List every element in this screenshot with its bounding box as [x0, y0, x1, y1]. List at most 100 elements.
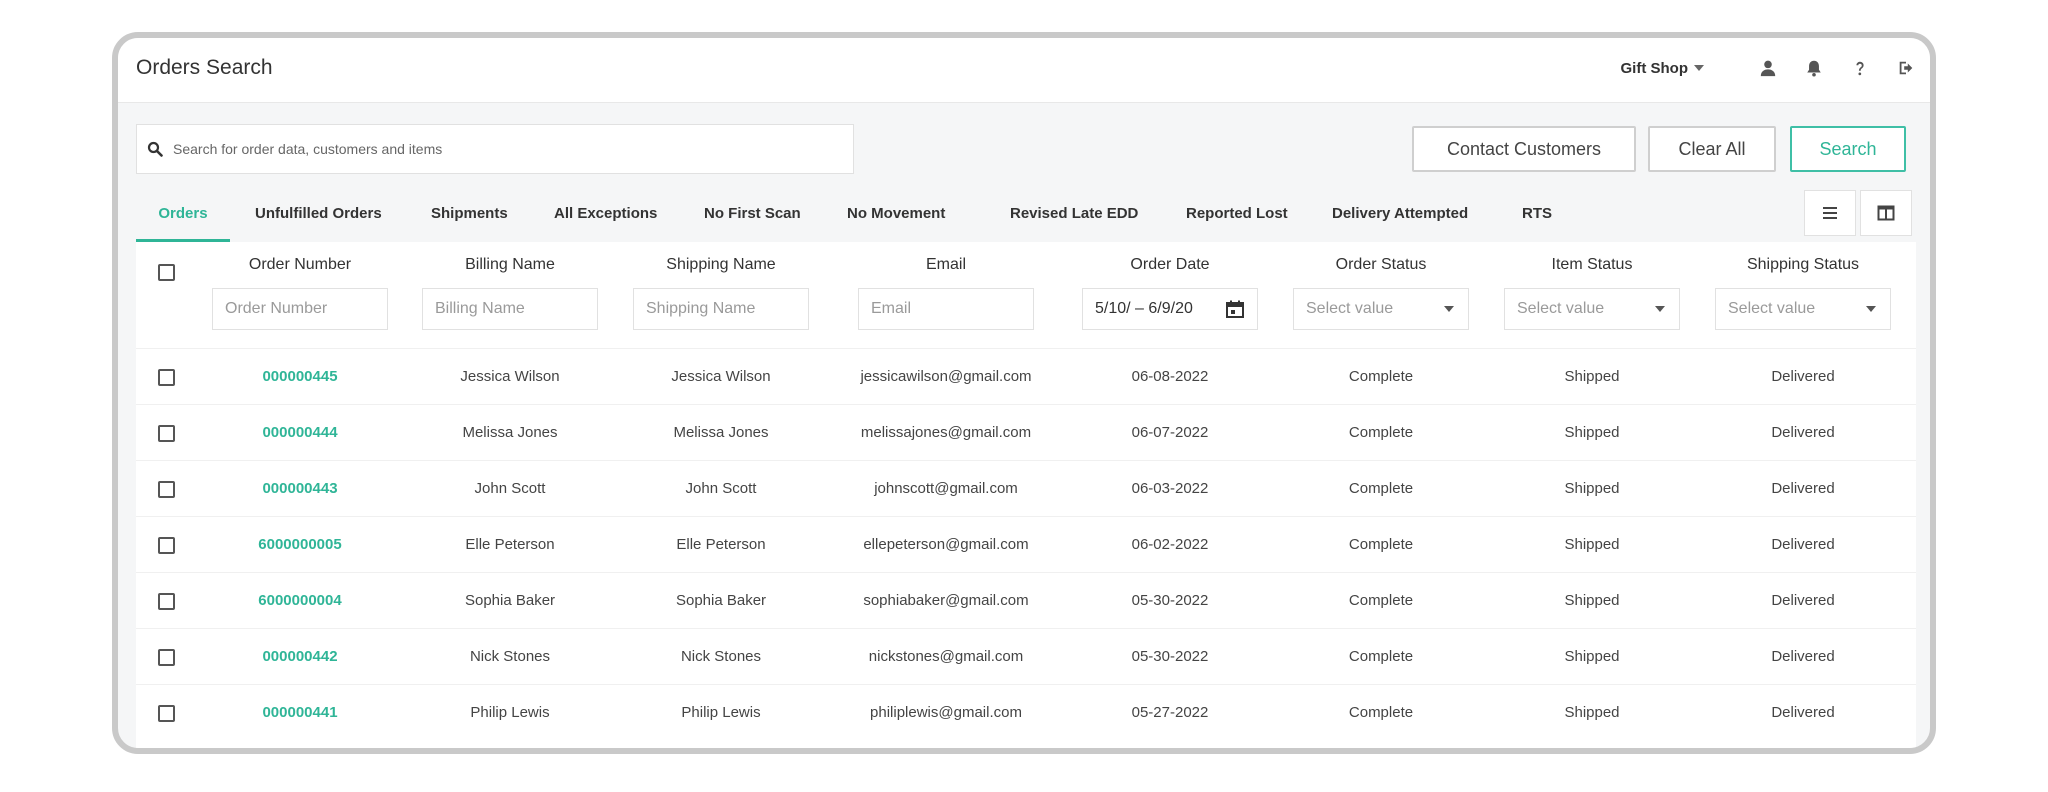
- column-header-item-status: Item Status: [1551, 256, 1633, 273]
- shipping-status: Delivered: [1771, 480, 1835, 497]
- table-row[interactable]: 000000443 John Scott John Scott johnscot…: [136, 460, 1916, 516]
- shipping-status: Delivered: [1771, 592, 1835, 609]
- order-number-link[interactable]: 000000445: [212, 349, 388, 405]
- row-checkbox[interactable]: [158, 537, 175, 554]
- row-checkbox[interactable]: [158, 481, 175, 498]
- email-filter[interactable]: [858, 288, 1034, 330]
- shipping-status: Delivered: [1771, 424, 1835, 441]
- shipping-status: Delivered: [1771, 648, 1835, 665]
- email: philiplewis@gmail.com: [870, 704, 1022, 721]
- tab-delivery-attempted[interactable]: Delivery Attempted: [1332, 190, 1468, 242]
- tab-shipments[interactable]: Shipments: [431, 190, 508, 242]
- select-all-checkbox[interactable]: [158, 264, 175, 281]
- table-row[interactable]: 000000442 Nick Stones Nick Stones nickst…: [136, 628, 1916, 684]
- item-status: Shipped: [1564, 648, 1620, 665]
- search-input[interactable]: [163, 124, 853, 174]
- order-number-link[interactable]: 6000000005: [212, 517, 388, 573]
- item-status-select[interactable]: Select value: [1504, 288, 1680, 330]
- calendar-icon: [1226, 300, 1244, 318]
- order-status: Complete: [1348, 592, 1414, 609]
- row-checkbox[interactable]: [158, 593, 175, 610]
- order-status-select[interactable]: Select value: [1293, 288, 1469, 330]
- table-row[interactable]: 000000444 Melissa Jones Melissa Jones me…: [136, 404, 1916, 460]
- column-header-email: Email: [925, 256, 966, 273]
- orders-table: Order Number Billing Name Shipping Name …: [136, 242, 1916, 748]
- email: sophiabaker@gmail.com: [863, 592, 1029, 609]
- chevron-down-icon: [1444, 306, 1454, 312]
- tab-reported-lost[interactable]: Reported Lost: [1186, 190, 1288, 242]
- shipping-name: Nick Stones: [680, 648, 762, 665]
- shop-selector[interactable]: Gift Shop: [1621, 60, 1704, 77]
- table-row[interactable]: 6000000004 Sophia Baker Sophia Baker sop…: [136, 572, 1916, 628]
- tab-revised-late-edd[interactable]: Revised Late EDD: [1010, 190, 1138, 242]
- shipping-name-filter[interactable]: [633, 288, 809, 330]
- search-button[interactable]: Search: [1790, 126, 1906, 172]
- row-checkbox[interactable]: [158, 369, 175, 386]
- email: johnscott@gmail.com: [874, 480, 1018, 497]
- list-view-button[interactable]: [1804, 190, 1856, 236]
- column-header-shipping-name: Shipping Name: [666, 256, 776, 273]
- email: ellepeterson@gmail.com: [863, 536, 1029, 553]
- shipping-status: Delivered: [1771, 536, 1835, 553]
- order-date: 06-08-2022: [1131, 368, 1209, 385]
- item-status-select-value: Select value: [1517, 300, 1605, 317]
- order-status: Complete: [1348, 368, 1414, 385]
- order-status: Complete: [1348, 480, 1414, 497]
- order-number-filter[interactable]: [212, 288, 388, 330]
- shipping-name: Sophia Baker: [675, 592, 767, 609]
- order-date-range-filter[interactable]: 5/10/ – 6/9/20: [1082, 288, 1258, 330]
- shipping-name: Philip Lewis: [681, 704, 761, 721]
- app-window: Orders Search Gift Shop Contact Customer…: [112, 32, 1936, 754]
- clear-all-button[interactable]: Clear All: [1648, 126, 1776, 172]
- shipping-status-select[interactable]: Select value: [1715, 288, 1891, 330]
- row-checkbox[interactable]: [158, 649, 175, 666]
- order-status: Complete: [1348, 704, 1414, 721]
- contact-customers-button[interactable]: Contact Customers: [1412, 126, 1636, 172]
- order-number-link[interactable]: 6000000004: [212, 573, 388, 629]
- column-header-order-number: Order Number: [248, 256, 352, 273]
- order-number-link[interactable]: 000000444: [212, 405, 388, 461]
- billing-name: Elle Peterson: [465, 536, 555, 553]
- table-row[interactable]: 000000441 Philip Lewis Philip Lewis phil…: [136, 684, 1916, 740]
- chevron-down-icon: [1694, 65, 1704, 71]
- tab-rts[interactable]: RTS: [1522, 190, 1552, 242]
- help-icon[interactable]: [1850, 58, 1870, 78]
- shipping-name: Melissa Jones: [673, 424, 769, 441]
- order-number-link[interactable]: 000000441: [212, 685, 388, 741]
- tab-unfulfilled-orders[interactable]: Unfulfilled Orders: [255, 190, 382, 242]
- order-status-select-value: Select value: [1306, 300, 1394, 317]
- top-right-controls: Gift Shop: [1621, 58, 1917, 78]
- date-range-value: 5/10/ – 6/9/20: [1095, 300, 1193, 317]
- order-date: 05-30-2022: [1131, 592, 1209, 609]
- tab-orders[interactable]: Orders: [136, 190, 230, 242]
- user-icon[interactable]: [1758, 58, 1778, 78]
- bell-icon[interactable]: [1804, 58, 1824, 78]
- email: nickstones@gmail.com: [868, 648, 1024, 665]
- column-header-billing-name: Billing Name: [465, 256, 555, 273]
- row-checkbox[interactable]: [158, 425, 175, 442]
- column-header-order-status: Order Status: [1335, 256, 1427, 273]
- order-number-link[interactable]: 000000443: [212, 461, 388, 517]
- order-date: 06-07-2022: [1131, 424, 1209, 441]
- tab-bar: Orders Unfulfilled Orders Shipments All …: [136, 190, 1912, 242]
- search-bar: [136, 124, 854, 174]
- search-icon: [147, 141, 163, 157]
- item-status: Shipped: [1564, 424, 1620, 441]
- shipping-status: Delivered: [1771, 704, 1835, 721]
- item-status: Shipped: [1564, 368, 1620, 385]
- order-number-link[interactable]: 000000442: [212, 629, 388, 685]
- chevron-down-icon: [1655, 306, 1665, 312]
- tab-no-first-scan[interactable]: No First Scan: [704, 190, 801, 242]
- tab-all-exceptions[interactable]: All Exceptions: [554, 190, 657, 242]
- billing-name: John Scott: [474, 480, 546, 497]
- item-status: Shipped: [1564, 536, 1620, 553]
- column-view-button[interactable]: [1860, 190, 1912, 236]
- tab-no-movement[interactable]: No Movement: [847, 190, 945, 242]
- chevron-down-icon: [1866, 306, 1876, 312]
- billing-name-filter[interactable]: [422, 288, 598, 330]
- table-row[interactable]: 000000445 Jessica Wilson Jessica Wilson …: [136, 348, 1916, 404]
- table-row[interactable]: 6000000005 Elle Peterson Elle Peterson e…: [136, 516, 1916, 572]
- logout-icon[interactable]: [1896, 58, 1916, 78]
- row-checkbox[interactable]: [158, 705, 175, 722]
- column-view-icon: [1877, 205, 1895, 221]
